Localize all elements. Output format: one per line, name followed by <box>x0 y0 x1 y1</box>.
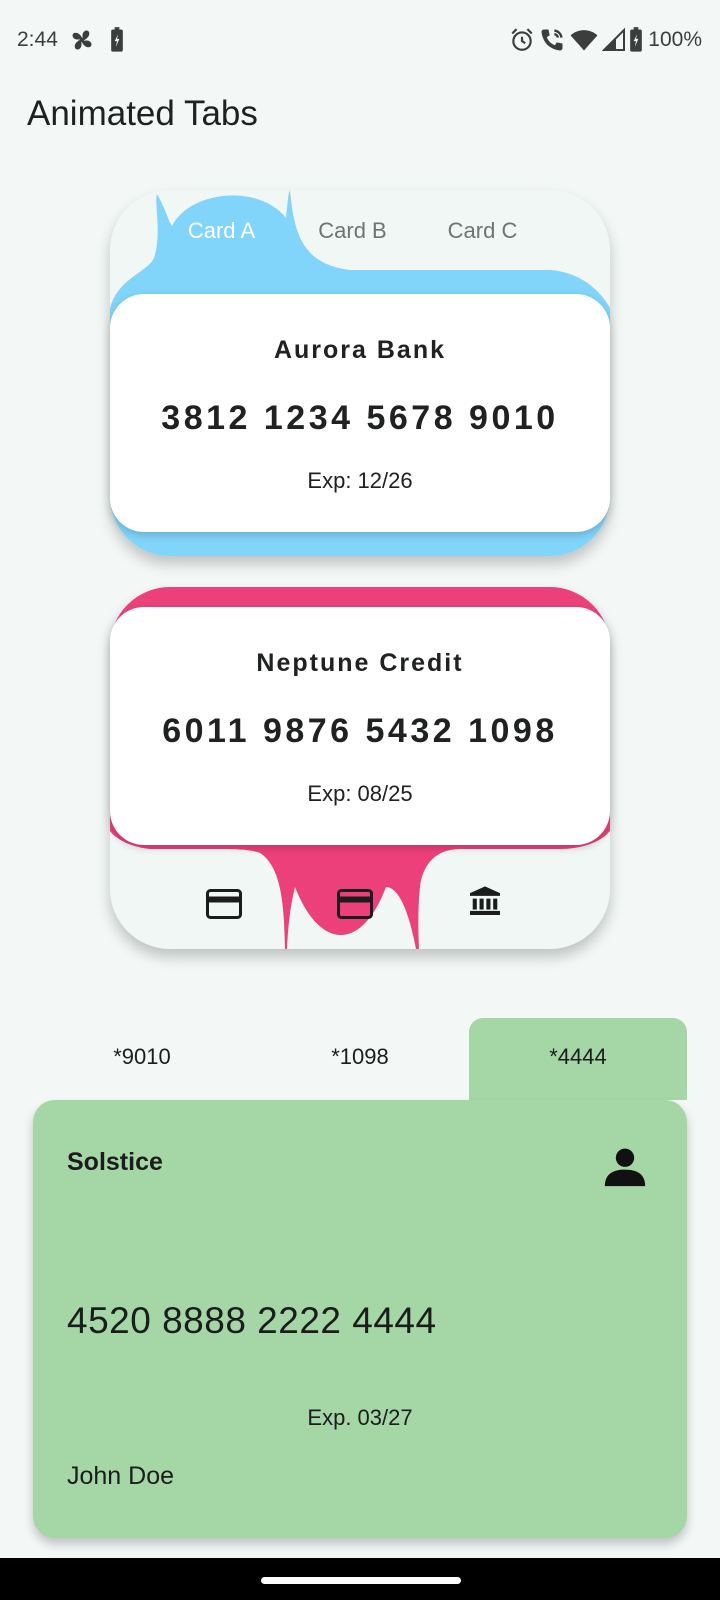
status-bar: 2:44 100% <box>0 0 720 84</box>
card-a-bank-name: Aurora Bank <box>273 336 447 364</box>
tab-card-b[interactable]: Card B <box>286 218 419 244</box>
card-a[interactable]: Aurora Bank 3812 1234 5678 9010 Exp: 12/… <box>110 294 610 532</box>
person-icon <box>604 1148 646 1187</box>
solstice-issuer: Solstice <box>67 1148 163 1176</box>
fan-icon <box>72 30 92 50</box>
card-b[interactable]: Neptune Credit 6011 9876 5432 1098 Exp: … <box>110 607 610 845</box>
card-b-expiry: Exp: 08/25 <box>307 781 413 806</box>
solstice-expiry: Exp. 03/27 <box>307 1405 413 1430</box>
folder-tab-9010[interactable]: *9010 <box>33 1018 251 1100</box>
credit-card-icon[interactable] <box>337 889 373 919</box>
battery-saver-icon <box>111 27 123 52</box>
tab-card-c[interactable]: Card C <box>416 218 549 244</box>
card-holder-name: John Doe <box>67 1462 175 1490</box>
wifi-icon <box>570 30 598 51</box>
solstice-card[interactable]: Solstice 4520 8888 2222 4444 Exp. 03/27 … <box>33 1100 687 1538</box>
signal-icon <box>602 27 625 51</box>
alarm-icon <box>511 28 533 51</box>
folder-tab-4444[interactable]: *4444 <box>469 1018 687 1100</box>
bank-icon[interactable] <box>467 885 503 915</box>
status-time: 2:44 <box>17 28 58 51</box>
card-b-number: 6011 9876 5432 1098 <box>162 712 558 750</box>
battery-percent: 100% <box>648 28 702 51</box>
battery-icon <box>630 27 642 52</box>
tab-card-a[interactable]: Card A <box>155 218 288 244</box>
page-title: Animated Tabs <box>27 94 258 133</box>
folder-tab-1098[interactable]: *1098 <box>251 1018 469 1100</box>
home-gesture-handle[interactable] <box>261 1577 461 1584</box>
credit-card-icon[interactable] <box>206 889 242 919</box>
wifi-calling-icon <box>541 29 563 51</box>
card-a-number: 3812 1234 5678 9010 <box>161 399 559 437</box>
folder-tabs: *9010 *1098 *4444 <box>33 1018 687 1100</box>
card-a-expiry: Exp: 12/26 <box>307 468 413 493</box>
card-b-bank-name: Neptune Credit <box>256 649 464 677</box>
solstice-number: 4520 8888 2222 4444 <box>67 1300 437 1341</box>
system-nav-bar <box>0 1558 720 1600</box>
